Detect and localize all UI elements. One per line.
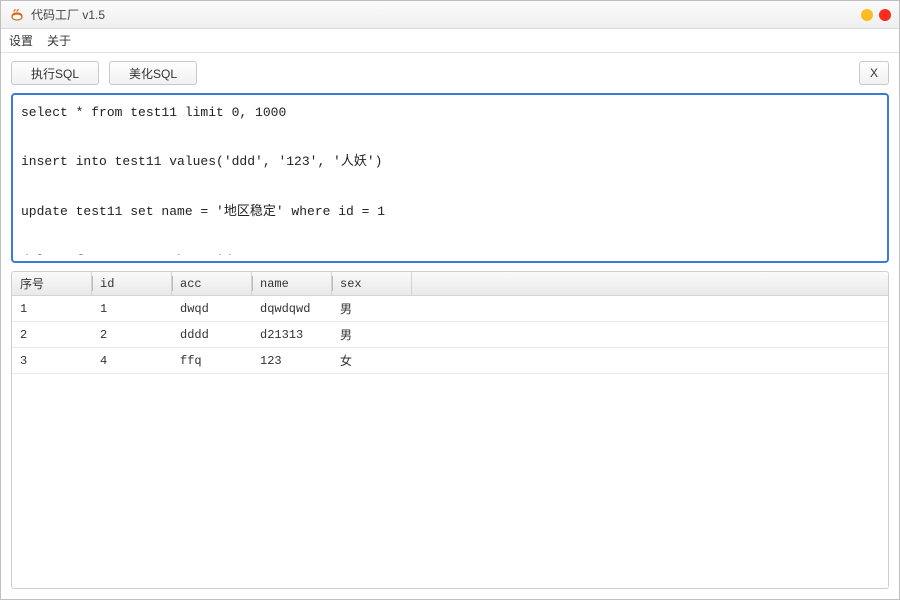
- toolbar: 执行SQL 美化SQL X: [11, 61, 889, 85]
- cell: dwqd: [172, 296, 252, 321]
- cell: ffq: [172, 348, 252, 373]
- menu-about[interactable]: 关于: [47, 32, 71, 49]
- cell: 123: [252, 348, 332, 373]
- sql-editor-container: [11, 93, 889, 263]
- minimize-button[interactable]: [861, 9, 873, 21]
- cell: 2: [92, 322, 172, 347]
- table-row[interactable]: 2 2 dddd d21313 男: [12, 322, 888, 348]
- cell: dddd: [172, 322, 252, 347]
- table-row[interactable]: 3 4 ffq 123 女: [12, 348, 888, 374]
- menu-settings[interactable]: 设置: [9, 32, 33, 49]
- window-controls: [861, 9, 891, 21]
- close-button[interactable]: [879, 9, 891, 21]
- cell: 1: [92, 296, 172, 321]
- cell: 女: [332, 348, 412, 373]
- beautify-sql-button[interactable]: 美化SQL: [109, 61, 197, 85]
- cell: 3: [12, 348, 92, 373]
- cell: 2: [12, 322, 92, 347]
- execute-sql-button[interactable]: 执行SQL: [11, 61, 99, 85]
- cell: 男: [332, 322, 412, 347]
- col-header-name[interactable]: name: [252, 272, 332, 295]
- app-window: 代码工厂 v1.5 设置 关于 执行SQL 美化SQL X 序号 id acc …: [0, 0, 900, 600]
- col-header-id[interactable]: id: [92, 272, 172, 295]
- results-grid: 序号 id acc name sex 1 1 dwqd dqwdqwd 男 2 …: [11, 271, 889, 589]
- col-header-acc[interactable]: acc: [172, 272, 252, 295]
- col-header-rownum[interactable]: 序号: [12, 272, 92, 295]
- col-header-sex[interactable]: sex: [332, 272, 412, 295]
- sql-editor[interactable]: [21, 101, 879, 255]
- cell: 4: [92, 348, 172, 373]
- content-area: 执行SQL 美化SQL X 序号 id acc name sex 1 1 dwq…: [1, 53, 899, 599]
- app-title: 代码工厂 v1.5: [31, 6, 105, 23]
- cell: dqwdqwd: [252, 296, 332, 321]
- table-row[interactable]: 1 1 dwqd dqwdqwd 男: [12, 296, 888, 322]
- cell: d21313: [252, 322, 332, 347]
- app-icon: [9, 7, 25, 23]
- titlebar: 代码工厂 v1.5: [1, 1, 899, 29]
- cell: 男: [332, 296, 412, 321]
- grid-header: 序号 id acc name sex: [12, 272, 888, 296]
- grid-body[interactable]: 1 1 dwqd dqwdqwd 男 2 2 dddd d21313 男 3 4…: [12, 296, 888, 588]
- menubar: 设置 关于: [1, 29, 899, 53]
- x-button[interactable]: X: [859, 61, 889, 85]
- cell: 1: [12, 296, 92, 321]
